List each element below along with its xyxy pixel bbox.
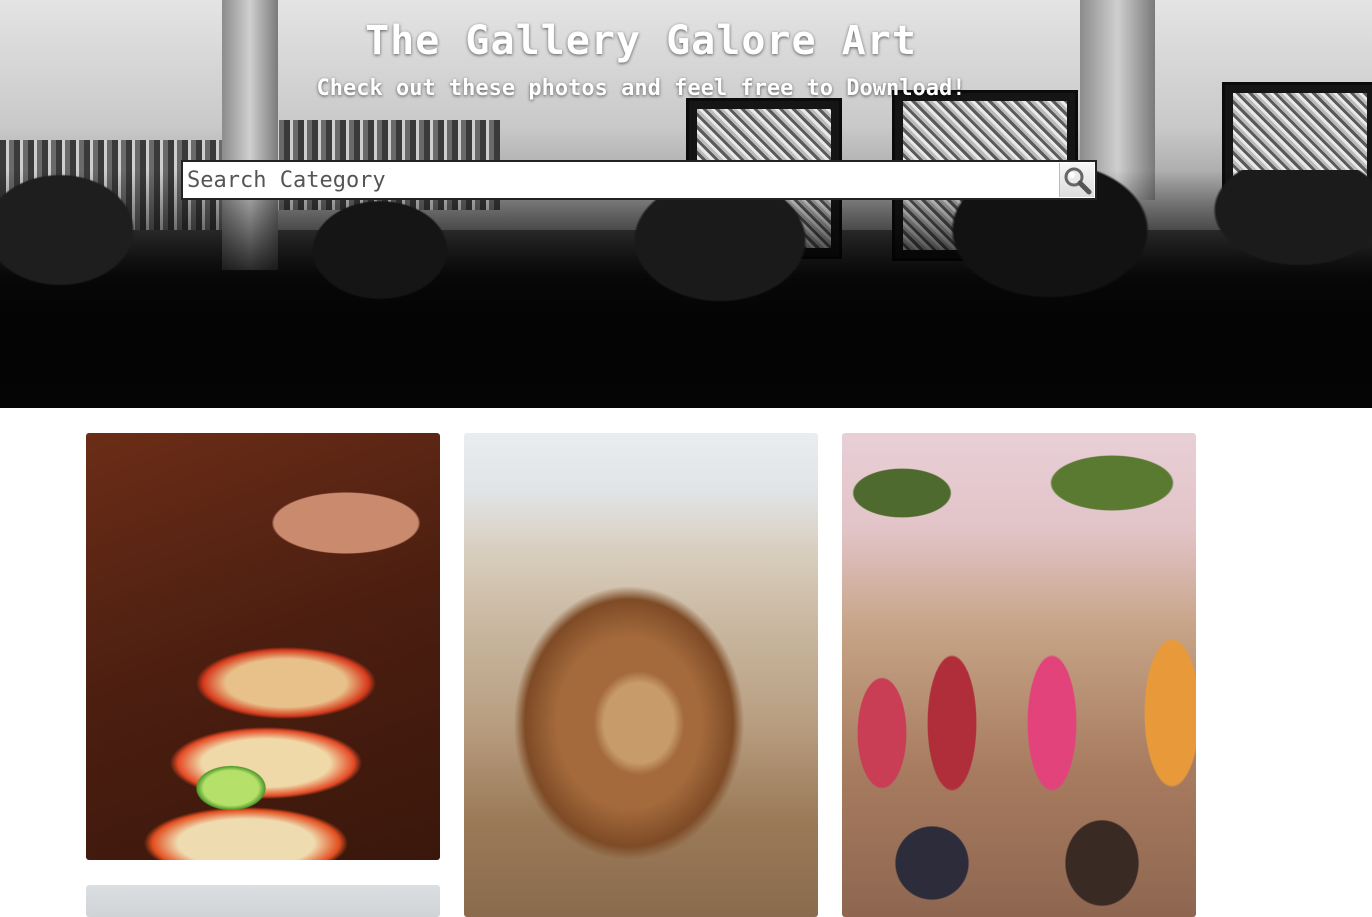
gallery-photo-tacos[interactable]: [86, 433, 440, 860]
search-input[interactable]: [183, 162, 1059, 198]
search-bar: [181, 160, 1097, 200]
gallery-photo-lion[interactable]: [464, 433, 818, 917]
search-button[interactable]: [1059, 163, 1094, 197]
gallery-photo-people[interactable]: [842, 433, 1196, 917]
gallery-photo-fabric[interactable]: [86, 885, 440, 917]
page-title: The Gallery Galore Art: [365, 18, 917, 64]
hero-banner: The Gallery Galore Art Check out these p…: [0, 0, 1372, 408]
search-icon: [1064, 167, 1092, 195]
crowd-silhouettes: [0, 170, 1372, 408]
page-subtitle: Check out these photos and feel free to …: [316, 76, 966, 101]
